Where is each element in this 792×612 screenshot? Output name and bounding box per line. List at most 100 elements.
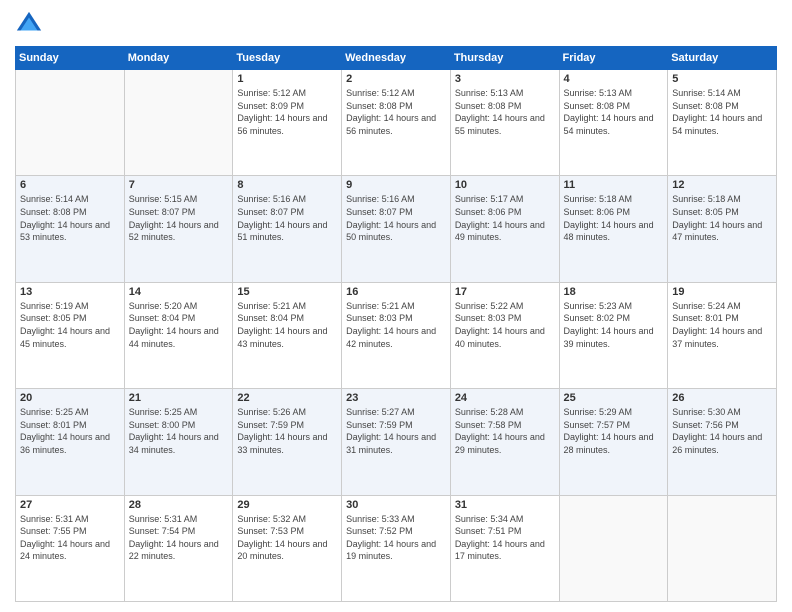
daylight-text: Daylight: 14 hours and 24 minutes. — [20, 538, 120, 563]
sunset-text: Sunset: 7:51 PM — [455, 525, 555, 538]
daylight-text: Daylight: 14 hours and 45 minutes. — [20, 325, 120, 350]
day-info: Sunrise: 5:18 AMSunset: 8:05 PMDaylight:… — [672, 193, 772, 243]
day-number: 4 — [564, 73, 664, 85]
daylight-text: Daylight: 14 hours and 33 minutes. — [237, 431, 337, 456]
day-number: 9 — [346, 179, 446, 191]
day-number: 29 — [237, 499, 337, 511]
calendar-cell: 26Sunrise: 5:30 AMSunset: 7:56 PMDayligh… — [668, 389, 777, 495]
day-number: 26 — [672, 392, 772, 404]
day-number: 31 — [455, 499, 555, 511]
calendar-cell: 3Sunrise: 5:13 AMSunset: 8:08 PMDaylight… — [450, 70, 559, 176]
day-info: Sunrise: 5:21 AMSunset: 8:03 PMDaylight:… — [346, 300, 446, 350]
daylight-text: Daylight: 14 hours and 22 minutes. — [129, 538, 229, 563]
daylight-text: Daylight: 14 hours and 56 minutes. — [237, 112, 337, 137]
day-info: Sunrise: 5:32 AMSunset: 7:53 PMDaylight:… — [237, 513, 337, 563]
calendar-table: SundayMondayTuesdayWednesdayThursdayFrid… — [15, 46, 777, 602]
sunset-text: Sunset: 8:01 PM — [20, 419, 120, 432]
daylight-text: Daylight: 14 hours and 53 minutes. — [20, 219, 120, 244]
day-number: 28 — [129, 499, 229, 511]
daylight-text: Daylight: 14 hours and 28 minutes. — [564, 431, 664, 456]
weekday-header-monday: Monday — [124, 47, 233, 70]
day-number: 8 — [237, 179, 337, 191]
sunset-text: Sunset: 8:08 PM — [346, 100, 446, 113]
calendar-cell: 16 Sunrise: 5:21 AMSunset: 8:03 PMDayligh… — [342, 282, 451, 388]
daylight-text: Daylight: 14 hours and 52 minutes. — [129, 219, 229, 244]
day-info: Sunrise: 5:25 AMSunset: 8:01 PMDaylight:… — [20, 406, 120, 456]
day-info: Sunrise: 5:19 AMSunset: 8:05 PMDaylight:… — [20, 300, 120, 350]
day-number: 6 — [20, 179, 120, 191]
sunrise-text: Sunrise: 5:17 AM — [455, 193, 555, 206]
day-info: Sunrise: 5:12 AMSunset: 8:09 PMDaylight:… — [237, 87, 337, 137]
calendar-cell: 14Sunrise: 5:20 AMSunset: 8:04 PMDayligh… — [124, 282, 233, 388]
day-number: 14 — [129, 286, 229, 298]
day-info: Sunrise: 5:14 AMSunset: 8:08 PMDaylight:… — [672, 87, 772, 137]
calendar-cell — [559, 495, 668, 601]
calendar-cell: 28Sunrise: 5:31 AMSunset: 7:54 PMDayligh… — [124, 495, 233, 601]
sunrise-text: Sunrise: 5:18 AM — [672, 193, 772, 206]
sunrise-text: Sunrise: 5:14 AM — [672, 87, 772, 100]
daylight-text: Daylight: 14 hours and 48 minutes. — [564, 219, 664, 244]
calendar-cell: 15Sunrise: 5:21 AMSunset: 8:04 PMDayligh… — [233, 282, 342, 388]
calendar-cell: 19Sunrise: 5:24 AMSunset: 8:01 PMDayligh… — [668, 282, 777, 388]
weekday-header-saturday: Saturday — [668, 47, 777, 70]
sunrise-text: Sunrise: 5:34 AM — [455, 513, 555, 526]
calendar-cell — [668, 495, 777, 601]
day-info: Sunrise: 5:14 AMSunset: 8:08 PMDaylight:… — [20, 193, 120, 243]
sunrise-text: Sunrise: 5:29 AM — [564, 406, 664, 419]
sunrise-text: Sunrise: 5:22 AM — [455, 300, 555, 313]
calendar-week-1: 1 Sunrise: 5:12 AMSunset: 8:09 PMDaylight… — [16, 70, 777, 176]
page: SundayMondayTuesdayWednesdayThursdayFrid… — [0, 0, 792, 612]
sunset-text: Sunset: 8:07 PM — [346, 206, 446, 219]
sunrise-text: Sunrise: 5:25 AM — [129, 406, 229, 419]
daylight-text: Daylight: 14 hours and 17 minutes. — [455, 538, 555, 563]
day-info: Sunrise: 5:27 AMSunset: 7:59 PMDaylight:… — [346, 406, 446, 456]
sunset-text: Sunset: 8:02 PM — [564, 312, 664, 325]
calendar-cell: 21Sunrise: 5:25 AMSunset: 8:00 PMDayligh… — [124, 389, 233, 495]
sunrise-text: Sunrise: 5:21 AM — [237, 300, 337, 313]
sunset-text: Sunset: 8:04 PM — [129, 312, 229, 325]
sunset-text: Sunset: 8:06 PM — [455, 206, 555, 219]
sunrise-text: Sunrise: 5:18 AM — [564, 193, 664, 206]
calendar-cell: 31 Sunrise: 5:34 AMSunset: 7:51 PMDayligh… — [450, 495, 559, 601]
day-info: Sunrise: 5:18 AMSunset: 8:06 PMDaylight:… — [564, 193, 664, 243]
daylight-text: Daylight: 14 hours and 55 minutes. — [455, 112, 555, 137]
day-number: 16 — [346, 286, 446, 298]
calendar-cell: 20Sunrise: 5:25 AMSunset: 8:01 PMDayligh… — [16, 389, 125, 495]
daylight-text: Daylight: 14 hours and 31 minutes. — [346, 431, 446, 456]
day-number: 1 — [237, 73, 337, 85]
day-number: 11 — [564, 179, 664, 191]
sunset-text: Sunset: 7:56 PM — [672, 419, 772, 432]
daylight-text: Daylight: 14 hours and 51 minutes. — [237, 219, 337, 244]
day-number: 7 — [129, 179, 229, 191]
weekday-header-wednesday: Wednesday — [342, 47, 451, 70]
logo-icon — [15, 10, 43, 38]
calendar-cell: 11 Sunrise: 5:18 AMSunset: 8:06 PMDayligh… — [559, 176, 668, 282]
daylight-text: Daylight: 14 hours and 29 minutes. — [455, 431, 555, 456]
day-number: 12 — [672, 179, 772, 191]
sunrise-text: Sunrise: 5:31 AM — [129, 513, 229, 526]
sunrise-text: Sunrise: 5:13 AM — [455, 87, 555, 100]
calendar-week-4: 20Sunrise: 5:25 AMSunset: 8:01 PMDayligh… — [16, 389, 777, 495]
day-number: 24 — [455, 392, 555, 404]
sunrise-text: Sunrise: 5:19 AM — [20, 300, 120, 313]
calendar-cell — [124, 70, 233, 176]
sunset-text: Sunset: 8:06 PM — [564, 206, 664, 219]
sunset-text: Sunset: 7:57 PM — [564, 419, 664, 432]
sunrise-text: Sunrise: 5:26 AM — [237, 406, 337, 419]
day-info: Sunrise: 5:13 AMSunset: 8:08 PMDaylight:… — [564, 87, 664, 137]
sunset-text: Sunset: 8:09 PM — [237, 100, 337, 113]
calendar-cell: 17Sunrise: 5:22 AMSunset: 8:03 PMDayligh… — [450, 282, 559, 388]
day-info: Sunrise: 5:28 AMSunset: 7:58 PMDaylight:… — [455, 406, 555, 456]
sunset-text: Sunset: 8:07 PM — [237, 206, 337, 219]
daylight-text: Daylight: 14 hours and 19 minutes. — [346, 538, 446, 563]
day-info: Sunrise: 5:31 AMSunset: 7:55 PMDaylight:… — [20, 513, 120, 563]
sunrise-text: Sunrise: 5:14 AM — [20, 193, 120, 206]
daylight-text: Daylight: 14 hours and 47 minutes. — [672, 219, 772, 244]
day-info: Sunrise: 5:15 AMSunset: 8:07 PMDaylight:… — [129, 193, 229, 243]
day-number: 15 — [237, 286, 337, 298]
sunrise-text: Sunrise: 5:32 AM — [237, 513, 337, 526]
calendar-cell: 1 Sunrise: 5:12 AMSunset: 8:09 PMDaylight… — [233, 70, 342, 176]
sunset-text: Sunset: 7:53 PM — [237, 525, 337, 538]
calendar-cell: 10Sunrise: 5:17 AMSunset: 8:06 PMDayligh… — [450, 176, 559, 282]
day-info: Sunrise: 5:34 AMSunset: 7:51 PMDaylight:… — [455, 513, 555, 563]
